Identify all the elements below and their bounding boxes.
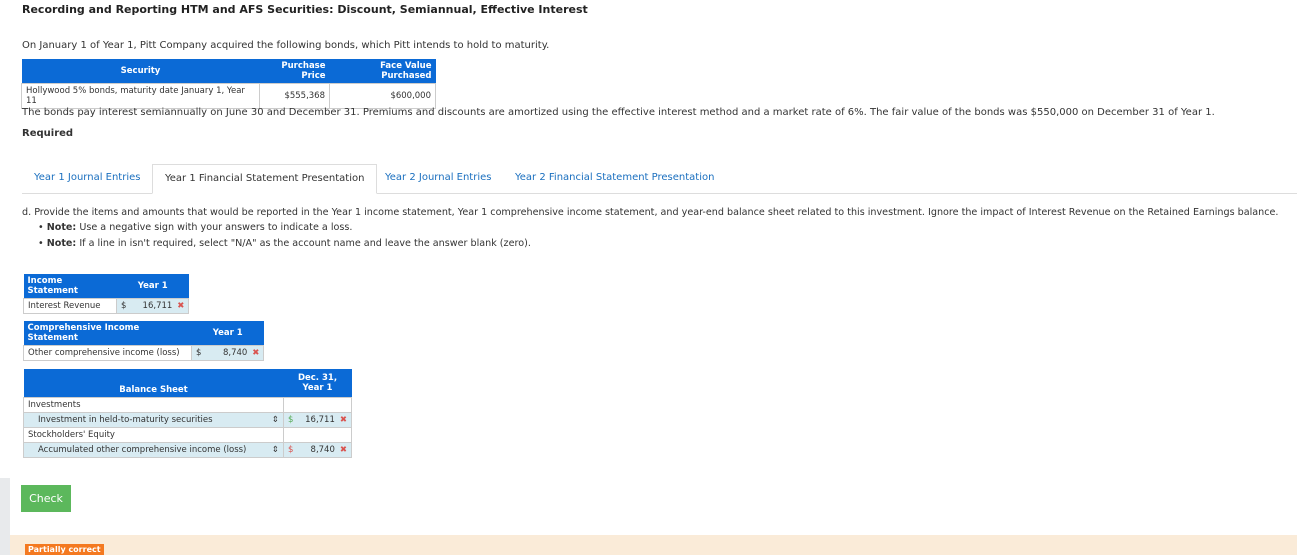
income-col: Year 1 [116, 274, 189, 299]
page-title: Recording and Reporting HTM and AFS Secu… [22, 3, 588, 16]
oci-input[interactable]: 8,740 ✖ [205, 345, 265, 361]
interest-revenue-label: Interest Revenue [23, 298, 117, 314]
income-header: Income Statement [23, 274, 117, 299]
account-select-2[interactable]: Accumulated other comprehensive income (… [23, 442, 284, 458]
left-border [0, 478, 10, 555]
col-price: Purchase Price [259, 59, 330, 84]
feedback-panel: Partially correct [10, 535, 1297, 555]
required-label: Required [22, 128, 74, 139]
tab-year2-journal[interactable]: Year 2 Journal Entries [373, 164, 503, 192]
security-name: Hollywood 5% bonds, maturity date Januar… [21, 83, 260, 109]
value-input-1[interactable]: 16,711 ✖ [298, 412, 353, 428]
tab-year1-journal[interactable]: Year 1 Journal Entries [22, 164, 152, 192]
currency: $ [283, 442, 299, 458]
oci-label: Other comprehensive income (loss) [23, 345, 192, 361]
currency: $ [191, 345, 206, 361]
incorrect-icon: ✖ [339, 415, 347, 425]
incorrect-icon: ✖ [339, 445, 347, 455]
note-1: • Note: Use a negative sign with your an… [38, 222, 353, 233]
incorrect-icon: ✖ [177, 301, 185, 311]
tab-year2-fs[interactable]: Year 2 Financial Statement Presentation [503, 164, 726, 192]
check-button[interactable]: Check [21, 485, 71, 512]
bond-details: The bonds pay interest semiannually on J… [22, 107, 1215, 118]
note-text: If a line in isn't required, select "N/A… [76, 238, 531, 249]
bs-header: Balance Sheet [23, 369, 284, 398]
comprehensive-income-table: Comprehensive Income Statement Year 1 Oth… [23, 321, 265, 361]
currency: $ [283, 412, 299, 428]
purchase-price: $555,368 [259, 83, 330, 109]
select-arrows-icon: ⇕ [271, 415, 279, 425]
ci-col: Year 1 [191, 321, 264, 346]
section-equity: Stockholders' Equity [23, 427, 284, 443]
col-face: Face Value Purchased [329, 59, 436, 84]
tab-bar: Year 1 Journal Entries Year 1 Financial … [22, 164, 1297, 194]
status-badge: Partially correct [25, 544, 104, 555]
value-input-2[interactable]: 8,740 ✖ [298, 442, 353, 458]
securities-table: Security Purchase Price Face Value Purchas… [21, 59, 436, 109]
balance-sheet-table: Balance Sheet Dec. 31, Year 1 Investments… [23, 369, 353, 458]
bs-col: Dec. 31, Year 1 [283, 369, 352, 398]
note-label: Note: [46, 222, 77, 233]
incorrect-icon: ✖ [252, 348, 260, 358]
intro-text: On January 1 of Year 1, Pitt Company acq… [22, 40, 550, 51]
account-select-1[interactable]: Investment in held-to-maturity securitie… [23, 412, 284, 428]
note-label: Note: [46, 238, 77, 249]
note-text: Use a negative sign with your answers to… [76, 222, 353, 233]
interest-revenue-input[interactable]: 16,711 ✖ [130, 298, 190, 314]
income-statement-table: Income Statement Year 1 Interest Revenue $… [23, 274, 190, 314]
tab-year1-fs[interactable]: Year 1 Financial Statement Presentation [152, 164, 378, 194]
currency: $ [116, 298, 131, 314]
face-value: $600,000 [329, 83, 436, 109]
note-2: • Note: If a line in isn't required, sel… [38, 238, 531, 249]
col-security: Security [21, 59, 260, 84]
section-investments: Investments [23, 397, 284, 413]
instruction: d. Provide the items and amounts that wo… [22, 207, 1279, 218]
select-arrows-icon: ⇕ [271, 445, 279, 455]
ci-header: Comprehensive Income Statement [23, 321, 192, 346]
